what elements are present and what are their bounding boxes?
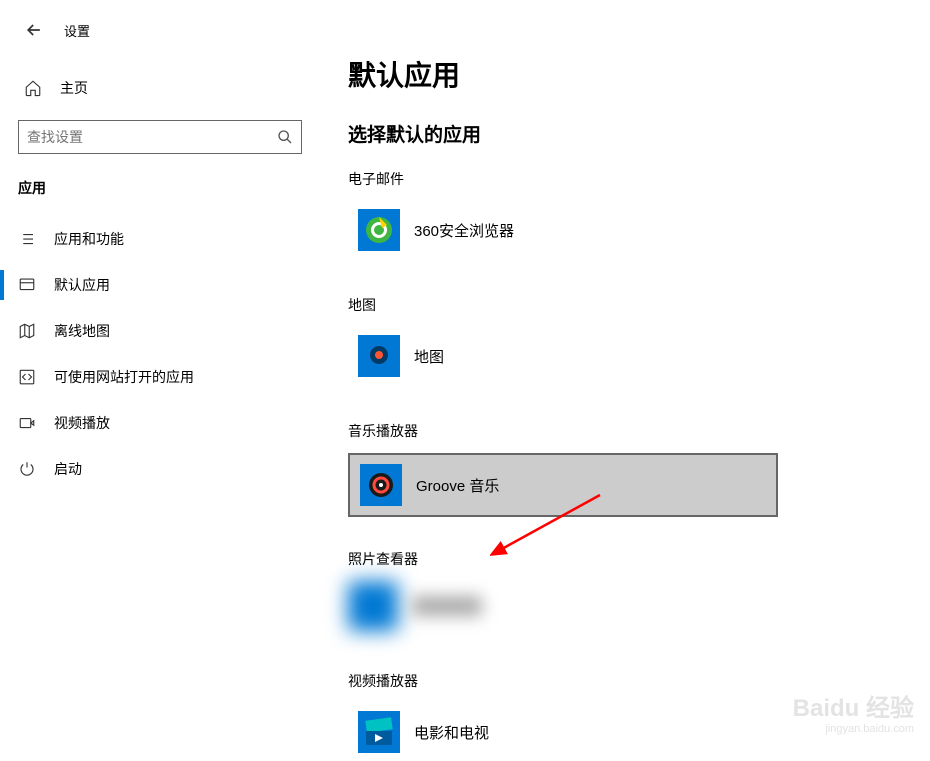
map-icon <box>18 322 36 340</box>
page-title: 默认应用 <box>348 54 890 94</box>
blurred-icon <box>348 581 398 631</box>
app-label: 地图 <box>414 346 444 367</box>
sidebar-item-label: 可使用网站打开的应用 <box>54 367 194 387</box>
subtitle: 选择默认的应用 <box>348 120 890 147</box>
watermark-brand: Baidu 经验 <box>793 695 914 722</box>
home-icon <box>24 79 42 97</box>
default-app-music[interactable]: Groove 音乐 <box>348 453 778 517</box>
app-label: 电影和电视 <box>414 722 489 743</box>
browser360-icon <box>358 209 400 251</box>
list-icon <box>18 230 36 248</box>
sidebar-item-label: 视频播放 <box>54 413 110 433</box>
home-button[interactable]: 主页 <box>0 68 320 108</box>
blurred-label <box>412 596 482 616</box>
default-app-video[interactable]: 电影和电视 <box>348 703 778 761</box>
web-app-icon <box>18 368 36 386</box>
search-icon <box>277 129 293 145</box>
watermark: Baidu 经验 jingyan.baidu.com <box>793 688 914 735</box>
search-input[interactable] <box>27 129 277 145</box>
sidebar-item-startup[interactable]: 启动 <box>0 446 320 492</box>
watermark-url: jingyan.baidu.com <box>793 723 914 735</box>
sidebar-item-video-playback[interactable]: 视频播放 <box>0 400 320 446</box>
sidebar-item-apps-features[interactable]: 应用和功能 <box>0 216 320 262</box>
sidebar-item-label: 启动 <box>54 459 82 479</box>
app-label: Groove 音乐 <box>416 475 499 496</box>
back-icon[interactable] <box>24 20 44 40</box>
sidebar-item-label: 默认应用 <box>54 275 110 295</box>
movies-icon <box>358 711 400 753</box>
default-app-photos[interactable] <box>348 581 890 631</box>
category-email-label: 电子邮件 <box>348 169 890 189</box>
default-app-email[interactable]: 360安全浏览器 <box>348 201 778 259</box>
default-app-maps[interactable]: 地图 <box>348 327 778 385</box>
maps-pin-icon <box>358 335 400 377</box>
sidebar: 设置 主页 应用 应用和功能 默认应用 离线地图 可使用网站打开的应用 <box>0 0 320 743</box>
main-content: 默认应用 选择默认的应用 电子邮件 360安全浏览器 地图 地图 音乐播放器 G… <box>320 0 930 743</box>
sidebar-item-label: 离线地图 <box>54 321 110 341</box>
search-field[interactable] <box>18 120 302 154</box>
home-label: 主页 <box>60 78 88 98</box>
category-maps-label: 地图 <box>348 295 890 315</box>
category-photos-label: 照片查看器 <box>348 549 890 569</box>
settings-label: 设置 <box>64 21 90 40</box>
sidebar-item-label: 应用和功能 <box>54 229 124 249</box>
sidebar-item-default-apps[interactable]: 默认应用 <box>0 262 320 308</box>
sidebar-item-web-apps[interactable]: 可使用网站打开的应用 <box>0 354 320 400</box>
category-music-label: 音乐播放器 <box>348 421 890 441</box>
video-icon <box>18 414 36 432</box>
startup-icon <box>18 460 36 478</box>
defaults-icon <box>18 276 36 294</box>
groove-icon <box>360 464 402 506</box>
app-label: 360安全浏览器 <box>414 220 514 241</box>
sidebar-section-title: 应用 <box>0 178 320 216</box>
sidebar-item-offline-maps[interactable]: 离线地图 <box>0 308 320 354</box>
